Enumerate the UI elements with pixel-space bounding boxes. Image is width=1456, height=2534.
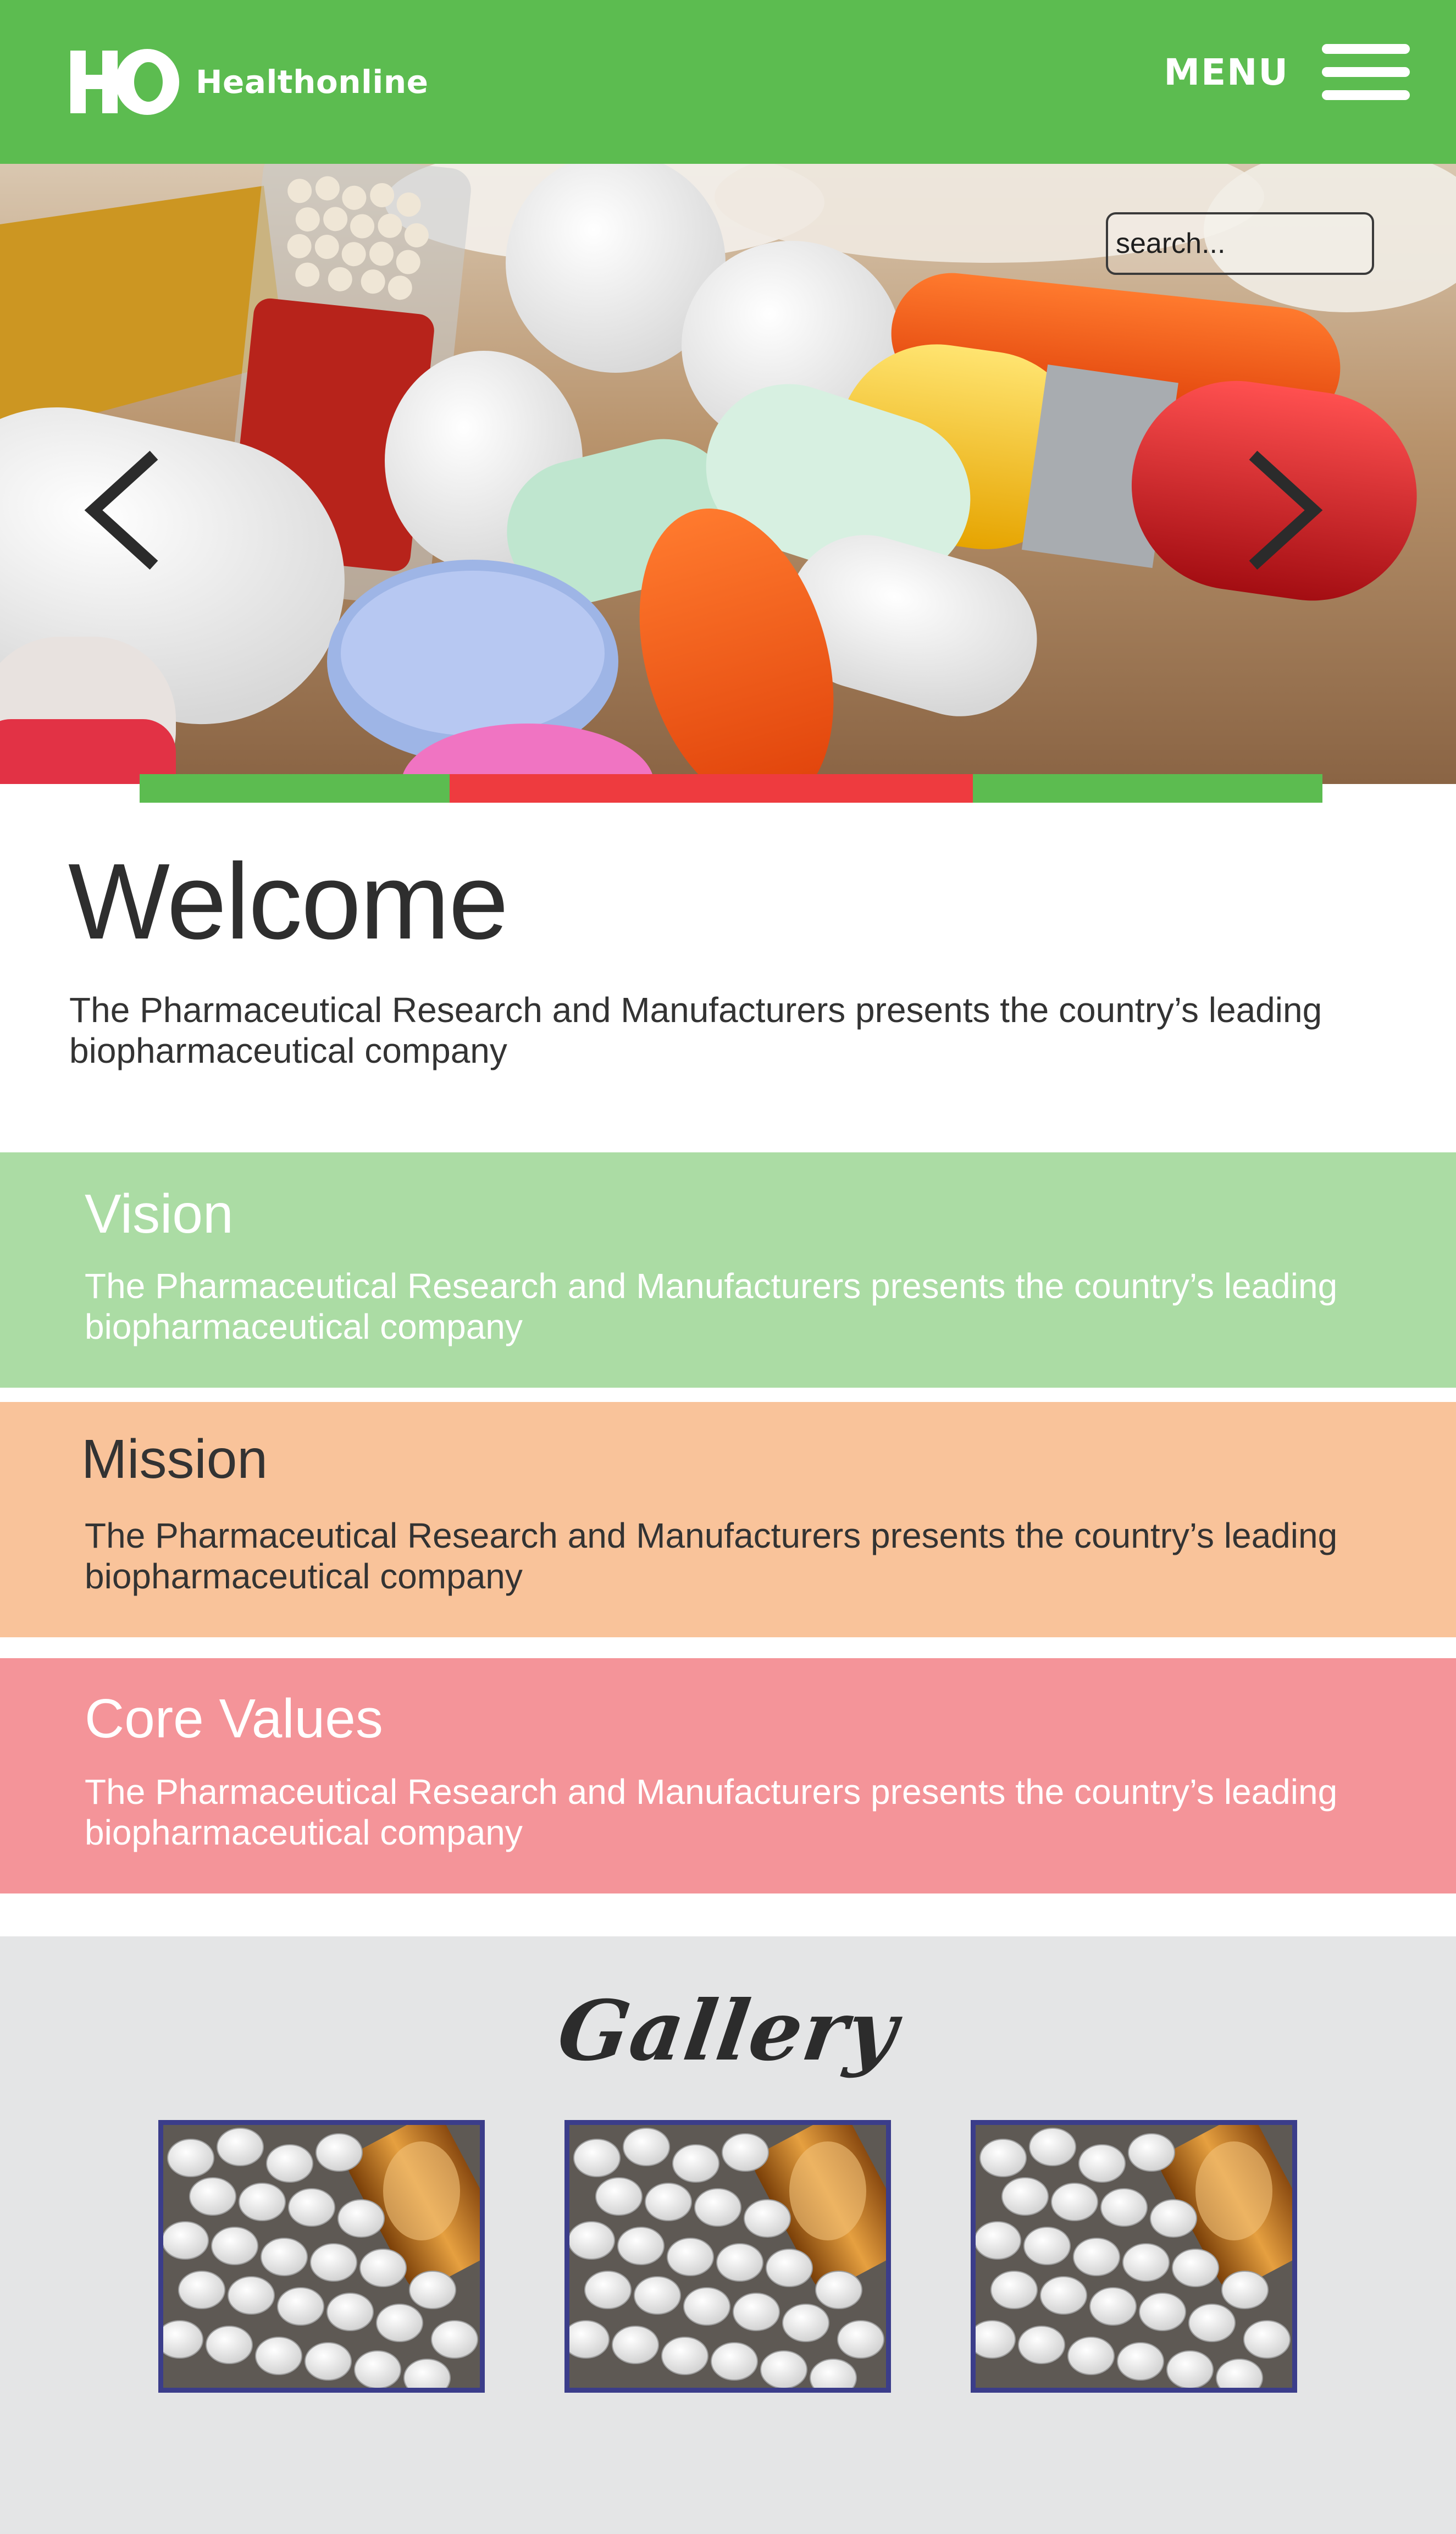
search-input[interactable] [1106, 212, 1374, 275]
site-header: Healthonline MENU [0, 0, 1456, 164]
vision-text: The Pharmaceutical Research and Manufact… [85, 1266, 1338, 1346]
page: Healthonline MENU search... Welcome The … [0, 0, 1456, 2534]
chevron-left-icon[interactable] [77, 444, 176, 576]
mission-title: Mission [81, 1428, 268, 1490]
logo-mark-icon [70, 49, 179, 115]
core-values-text: The Pharmaceutical Research and Manufact… [85, 1772, 1338, 1852]
gallery-thumbnail-1[interactable] [158, 2120, 485, 2393]
gallery-image [569, 2125, 886, 2388]
vision-panel: Vision The Pharmaceutical Research and M… [0, 1152, 1456, 1388]
logo-text: Healthonline [196, 63, 429, 101]
hamburger-bar [1322, 67, 1410, 77]
slider-indicators [140, 774, 1322, 803]
gallery-image [163, 2125, 480, 2388]
gallery-thumbnail-2[interactable] [564, 2120, 891, 2393]
gallery-title: Gallery [552, 1983, 904, 2079]
logo[interactable]: Healthonline [70, 47, 428, 117]
gallery-image [976, 2125, 1292, 2388]
hamburger-bar [1322, 90, 1410, 100]
hamburger-bar [1322, 44, 1410, 54]
vision-title: Vision [85, 1183, 234, 1245]
mission-panel: Mission The Pharmaceutical Research and … [0, 1402, 1456, 1637]
menu-toggle[interactable]: MENU [1164, 42, 1410, 102]
slide-indicator-3[interactable] [973, 774, 1322, 803]
hamburger-icon[interactable] [1322, 42, 1410, 102]
gallery-thumbnail-3[interactable] [971, 2120, 1297, 2393]
gallery-section: Gallery [0, 1936, 1456, 2534]
menu-label: MENU [1164, 51, 1289, 93]
welcome-title: Welcome [68, 841, 508, 962]
slide-indicator-1[interactable] [140, 774, 450, 803]
chevron-right-icon[interactable] [1231, 444, 1330, 576]
core-values-title: Core Values [85, 1688, 383, 1749]
mission-text: The Pharmaceutical Research and Manufact… [85, 1516, 1338, 1596]
core-values-panel: Core Values The Pharmaceutical Research … [0, 1658, 1456, 1893]
slide-indicator-2-active[interactable] [450, 774, 973, 803]
welcome-text: The Pharmaceutical Research and Manufact… [69, 990, 1322, 1070]
